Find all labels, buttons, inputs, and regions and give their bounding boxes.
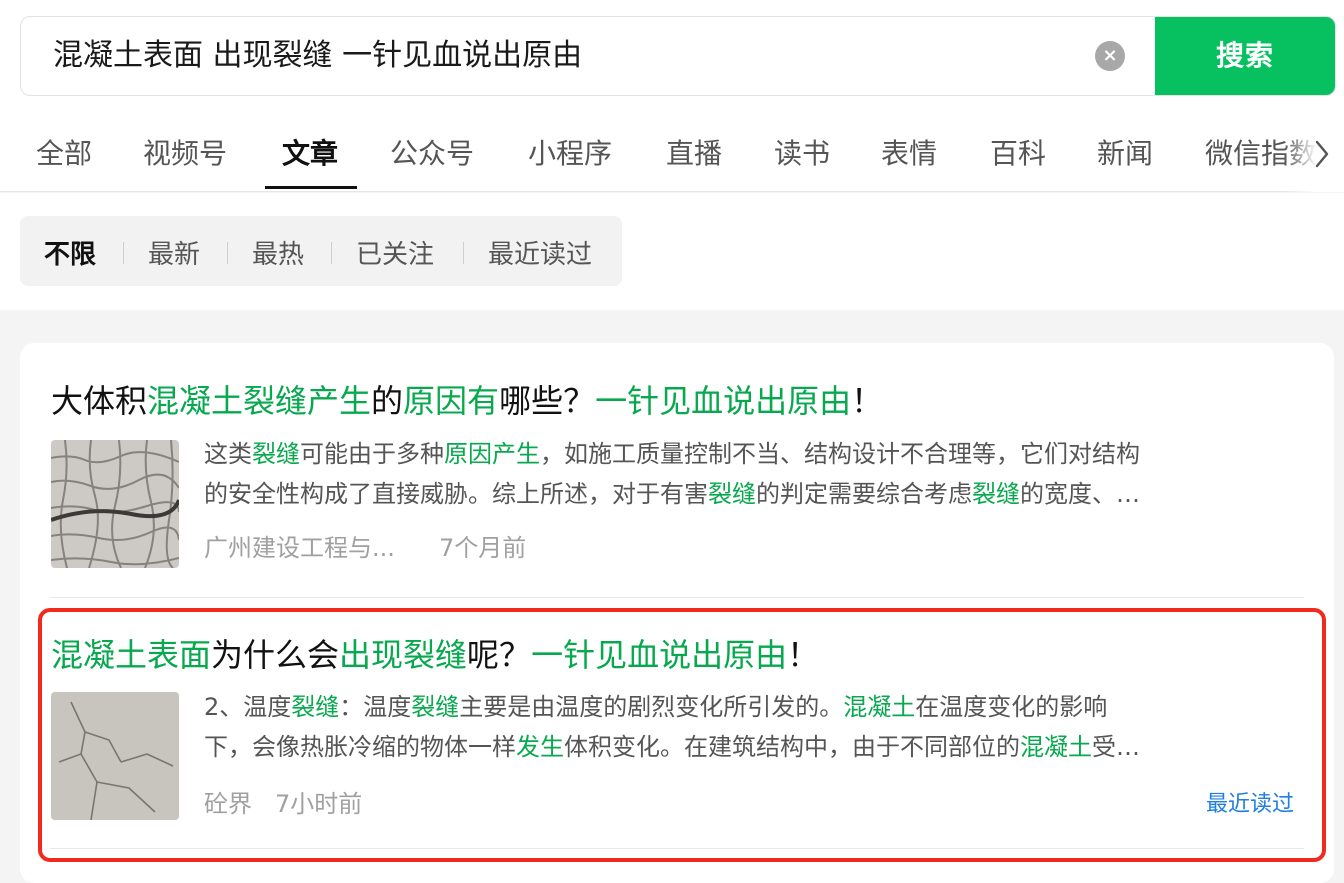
keyword-highlight: 裂缝 <box>972 480 1020 508</box>
chevron-right-icon[interactable] <box>1312 138 1332 170</box>
filter-divider <box>331 242 332 264</box>
search-input[interactable]: 混凝土表面 出现裂缝 一针见血说出原由 <box>53 17 582 95</box>
keyword-highlight: 裂缝 <box>252 440 300 468</box>
filter-divider <box>227 242 228 264</box>
text-segment: 受… <box>1092 733 1140 761</box>
text-segment: 主要是由温度的剧烈变化所引发的。 <box>459 693 844 721</box>
filter-area: 不限 最新 最热 已关注 最近读过 <box>0 193 1344 310</box>
text-segment: 的判定需要综合考虑 <box>756 480 972 508</box>
text-segment: 可能由于多种 <box>300 440 444 468</box>
search-button[interactable]: 搜索 <box>1155 17 1335 95</box>
result-snippet-line: 2、温度裂缝：温度裂缝主要是由温度的剧烈变化所引发的。混凝土在温度变化的影响 <box>204 687 1296 727</box>
filter-hottest[interactable]: 最热 <box>252 234 304 271</box>
keyword-highlight: 出现裂缝 <box>339 636 468 674</box>
tab-channels[interactable]: 视频号 <box>143 132 227 172</box>
text-segment: 的宽度、… <box>1020 480 1140 508</box>
result-title[interactable]: 大体积混凝土裂缝产生的原因有哪些？一针见血说出原由！ <box>51 376 883 422</box>
result-snippet-line: 的安全性构成了直接威胁。综上所述，对于有害裂缝的判定需要综合考虑裂缝的宽度、… <box>204 474 1296 514</box>
text-segment: 的安全性构成了直接威胁。综上所述，对于有害 <box>204 480 708 508</box>
text-segment: ：温度 <box>339 693 412 721</box>
search-header: 混凝土表面 出现裂缝 一针见血说出原由 × 搜索 全部 视频号 文章 公众号 小… <box>0 0 1344 192</box>
filter-latest[interactable]: 最新 <box>148 234 200 271</box>
result-source[interactable]: 广州建设工程与... <box>204 528 395 563</box>
result-time: 7小时前 <box>275 790 363 818</box>
text-segment: 哪些？ <box>499 382 596 420</box>
result-snippet-line: 下，会像热胀冷缩的物体一样发生体积变化。在建筑结构中，由于不同部位的混凝土受… <box>204 727 1296 767</box>
filter-followed[interactable]: 已关注 <box>356 234 434 271</box>
category-tabs: 全部 视频号 文章 公众号 小程序 直播 读书 表情 百科 新闻 微信指数 <box>0 118 1344 192</box>
text-segment: 体积变化。在建筑结构中，由于不同部位的 <box>564 733 1020 761</box>
text-segment: 大体积 <box>51 382 148 420</box>
result-time: 7个月前 <box>439 534 527 562</box>
keyword-highlight: 原因产生 <box>444 440 540 468</box>
text-segment: 在温度变化的影响 <box>915 693 1108 721</box>
text-segment: ，如施工质量控制不当、结构设计不合理等，它们对结构 <box>540 440 1140 468</box>
filter-divider <box>463 242 464 264</box>
keyword-highlight: 发生 <box>516 733 564 761</box>
filter-unlimited[interactable]: 不限 <box>44 234 96 271</box>
text-segment: 为什么会 <box>211 636 340 674</box>
cracked-concrete-image[interactable] <box>51 692 179 820</box>
tab-mini-programs[interactable]: 小程序 <box>528 132 612 172</box>
active-tab-indicator <box>265 186 357 189</box>
result-snippet-line: 这类裂缝可能由于多种原因产生，如施工质量控制不当、结构设计不合理等，它们对结构 <box>204 434 1296 474</box>
keyword-highlight: 混凝土 <box>843 693 916 721</box>
tab-all[interactable]: 全部 <box>36 132 92 172</box>
tab-official-accounts[interactable]: 公众号 <box>390 132 474 172</box>
keyword-highlight: 裂缝 <box>291 693 340 721</box>
result-divider <box>50 597 1304 598</box>
keyword-highlight: 一针见血说出原由 <box>531 636 788 674</box>
keyword-highlight: 混凝土 <box>1020 733 1092 761</box>
tab-books[interactable]: 读书 <box>774 132 830 172</box>
result-source[interactable]: 砼界 <box>204 784 252 819</box>
tab-news[interactable]: 新闻 <box>1097 132 1153 172</box>
text-segment: 呢？ <box>467 636 532 674</box>
clear-icon[interactable]: × <box>1095 41 1125 71</box>
keyword-highlight: 裂缝 <box>411 693 460 721</box>
keyword-highlight: 混凝土表面 <box>51 636 212 674</box>
text-segment: 的 <box>371 382 404 420</box>
text-segment: ！ <box>851 382 884 420</box>
result-divider <box>50 848 1304 849</box>
text-segment: ！ <box>787 636 820 674</box>
keyword-highlight: 裂缝 <box>708 480 756 508</box>
tab-live[interactable]: 直播 <box>666 132 722 172</box>
keyword-highlight: 一针见血说出原由 <box>595 382 852 420</box>
recently-read-badge: 最近读过 <box>1206 792 1295 817</box>
text-segment: 下，会像热胀冷缩的物体一样 <box>204 733 516 761</box>
filter-recently-read[interactable]: 最近读过 <box>488 234 592 271</box>
search-bar: 混凝土表面 出现裂缝 一针见血说出原由 × 搜索 <box>20 16 1336 96</box>
tab-encyclopedia[interactable]: 百科 <box>990 132 1046 172</box>
tab-articles[interactable]: 文章 <box>282 132 338 172</box>
keyword-highlight: 原因有 <box>403 382 500 420</box>
keyword-highlight: 混凝土裂缝产生 <box>147 382 372 420</box>
filter-divider <box>123 242 124 264</box>
result-title[interactable]: 混凝土表面为什么会出现裂缝呢？一针见血说出原由！ <box>51 630 819 676</box>
cracked-pavement-image[interactable] <box>51 440 179 568</box>
filter-bar: 不限 最新 最热 已关注 最近读过 <box>20 216 622 286</box>
tab-stickers[interactable]: 表情 <box>881 132 937 172</box>
text-segment: 这类 <box>204 440 252 468</box>
text-segment: 2、温度 <box>204 693 292 721</box>
